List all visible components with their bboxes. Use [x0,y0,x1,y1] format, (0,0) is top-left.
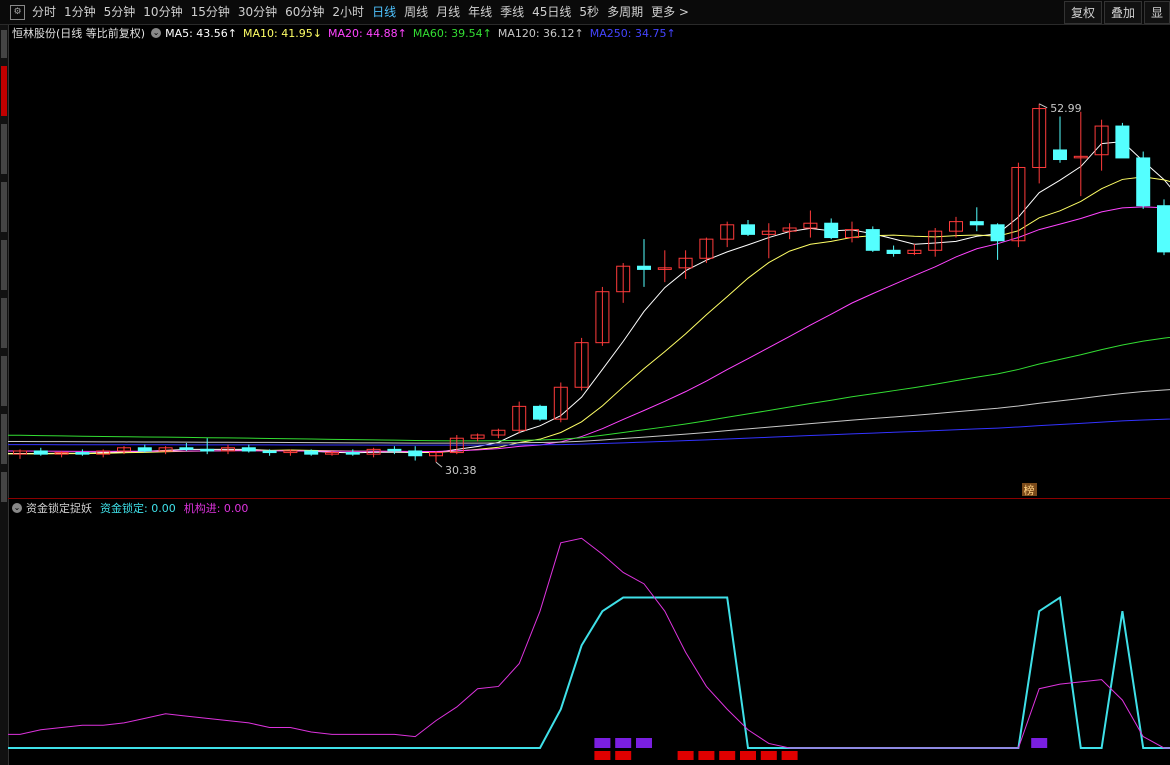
rank-badge-label: 榜 [1024,483,1035,497]
side-tab-active[interactable] [1,66,7,116]
candle-body [75,452,90,455]
candle-body [637,265,651,270]
candle-body [969,221,984,226]
candle-body [387,448,402,452]
ma10-label: MA10: 41.95↓ [243,26,322,40]
candle-body [179,447,194,450]
candle-body [1053,149,1067,161]
indicator-name: 资金锁定捉妖 [26,502,92,515]
red-signal-bar [615,751,632,760]
candle-body [1136,157,1151,207]
ma20-label: MA20: 44.88↑ [327,26,407,40]
chevron-down-icon[interactable]: ⌄ [151,28,162,38]
toolbar-button[interactable]: 显 [1143,1,1170,24]
low-price-label: 30.38 [445,464,477,477]
candle-body [865,229,880,251]
tab-timeframe[interactable]: 60分钟 [281,0,328,24]
tab-timeframe[interactable]: 1分钟 [60,0,100,24]
red-signal-bar [698,751,715,760]
tab-timeframe[interactable]: 2小时 [328,0,368,24]
candle-body [345,452,360,455]
side-tab[interactable] [1,240,7,290]
candle-body [200,448,215,452]
ma120-label: MA120: 36.12↑ [497,26,584,40]
red-signal-bar [781,751,798,760]
ma250-label: MA250: 34.75↑ [589,26,676,40]
toolbar-button[interactable]: 叠加 [1103,1,1142,24]
inst-value: 机构进: 0.00 [183,502,249,515]
red-signal-bar [594,751,611,760]
red-signal-bar [760,751,777,760]
purple-signal-bar [594,738,611,748]
side-tab[interactable] [1,472,7,502]
side-tab[interactable] [1,298,7,348]
purple-signal-bar [1031,738,1048,748]
tab-timeframe[interactable]: 多周期 [603,0,647,24]
tab-timeframe[interactable]: 年线 [464,0,496,24]
candle-body [262,450,277,454]
chevron-down-icon[interactable]: ⌄ [12,503,22,513]
tab-timeframe[interactable]: 30分钟 [234,0,281,24]
indicator-info-bar: ⌄ 资金锁定捉妖 资金锁定: 0.00 机构进: 0.00 [12,500,256,516]
timeframe-toolbar: ⚙ 分时 1分钟 5分钟 10分钟 15分钟 30分钟 60分钟 2小时 日线 周线 月线 年线 季线 4… [0,0,1170,25]
candle-body [741,224,755,235]
panel-divider[interactable] [8,498,1170,499]
tab-timeframe[interactable]: 5分钟 [100,0,140,24]
purple-signal-bar [636,738,652,748]
candle-body [33,450,48,455]
red-signal-bar [740,751,756,760]
candle-body [533,405,547,420]
candle-body [304,450,319,455]
timeframe-tabs: 分时 1分钟 5分钟 10分钟 15分钟 30分钟 60分钟 2小时 日线 周线 月线 年线 季线 45日… [28,0,693,24]
high-price-label: 52.99 [1050,102,1082,115]
purple-signal-bar [615,738,632,748]
candle-body [408,450,423,457]
side-tab[interactable] [1,356,7,406]
side-tab[interactable] [1,30,7,58]
candle-body [824,222,839,239]
ma10-line [8,176,1170,455]
side-tab[interactable] [1,414,7,464]
inst-line [8,537,1170,749]
candle-body [1115,125,1130,159]
side-tab[interactable] [1,182,7,232]
red-signal-bar [719,751,736,760]
candle-body [137,447,152,452]
candlestick-chart[interactable]: 52.99 30.38 榜 [8,42,1170,498]
candle-body [241,447,256,452]
tab-timeframe[interactable]: 月线 [432,0,464,24]
lock-value: 资金锁定: 0.00 [100,502,176,515]
ma5-label: MA5: 43.56↑ [165,26,238,40]
tab-timeframe[interactable]: 季线 [496,0,528,24]
candle-body [990,224,1005,242]
tab-timeframe[interactable]: 周线 [400,0,432,24]
tab-timeframe[interactable]: 10分钟 [139,0,186,24]
low-pointer [435,461,443,468]
side-tab[interactable] [1,124,7,174]
ma-info-bar: 恒林股份(日线 等比前复权) ⌄ MA5: 43.56↑ MA10: 41.95… [12,25,682,41]
lock-line [8,595,1170,749]
stock-chart-app: ⚙ 分时 1分钟 5分钟 10分钟 15分钟 30分钟 60分钟 2小时 日线 周线 月线 年线 季线 4… [0,0,1170,765]
stock-title: 恒林股份(日线 等比前复权) [12,27,146,40]
tab-timeframe[interactable]: 5秒 [575,0,603,24]
candle-body [1157,205,1170,253]
tab-timeframe[interactable]: 45日线 [528,0,575,24]
candle-body [886,249,901,254]
settings-icon[interactable]: ⚙ [10,5,25,20]
tab-timeframe[interactable]: 日线 [368,0,400,24]
high-pointer [1038,103,1048,109]
toolbar-right-buttons: 复权 叠加显 [1062,0,1170,24]
toolbar-button[interactable]: 复权 [1063,1,1102,24]
ma5-line [8,141,1170,455]
tab-timeframe[interactable]: 分时 [28,0,60,24]
indicator-chart[interactable] [8,516,1170,765]
red-signal-bar [677,751,694,760]
tab-timeframe[interactable]: 15分钟 [187,0,234,24]
ma60-label: MA60: 39.54↑ [412,26,492,40]
ma20-line [8,206,1170,453]
tab-timeframe[interactable]: 更多 > [647,0,693,24]
